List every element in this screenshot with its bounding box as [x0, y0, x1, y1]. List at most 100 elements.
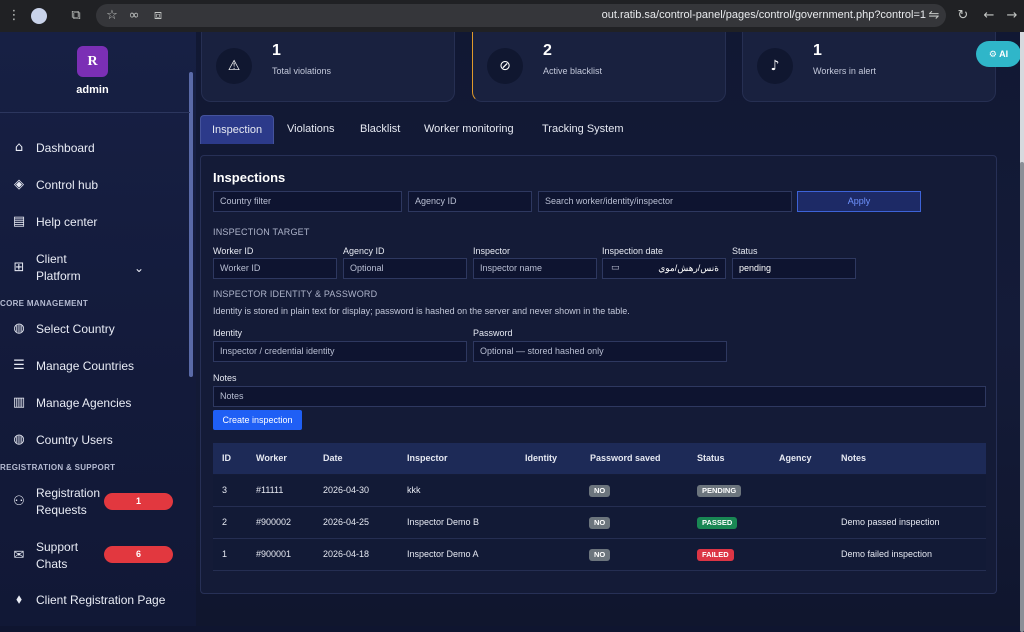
sidebar-item-help-center[interactable]: ▤ Help center [12, 215, 98, 230]
status-label: Status [732, 246, 758, 256]
sidebar-item-client-platform[interactable]: ⊞ Client Platform ⌄ [12, 251, 152, 285]
cell-inspector: Inspector Demo A [407, 549, 479, 559]
col-header-identity: Identity [525, 453, 558, 463]
sidebar-item-label: Support Chats [36, 540, 79, 571]
cell-id: 1 [222, 549, 228, 559]
cell-worker: #900002 [256, 517, 292, 527]
avatar[interactable]: R [77, 46, 108, 77]
col-header-id: ID [222, 453, 231, 463]
tab-tracking-system[interactable]: Tracking System [542, 115, 624, 144]
ai-label: AI [999, 49, 1009, 59]
cell-id: 2 [222, 517, 228, 527]
site-settings-icon[interactable]: ⇋ [926, 8, 942, 24]
screenshot-icon[interactable]: ⧈ [150, 8, 166, 24]
sidebar-item-dashboard[interactable]: ⌂ Dashboard [12, 140, 95, 156]
bookmark-star-icon[interactable]: ☆ [104, 8, 120, 24]
section-heading-target: INSPECTION TARGET [213, 227, 310, 237]
inspections-panel: Inspections Country filter Agency ID Sea… [200, 155, 997, 594]
sidebar-item-label: Client Platform [36, 252, 81, 283]
layers-icon: ◈ [14, 177, 24, 192]
status-badge: FAILED [697, 549, 734, 561]
table-row[interactable]: 1 #900001 2026-04-18 Inspector Demo A NO… [213, 539, 986, 571]
sidebar-scrollbar[interactable] [189, 72, 193, 377]
tab-violations[interactable]: Violations [287, 115, 335, 144]
cell-worker: #11111 [256, 485, 284, 495]
globe-icon: ◍ [13, 321, 25, 336]
table-header: ID Worker Date Inspector Identity Passwo… [213, 443, 986, 474]
inspector-name-input[interactable]: Inspector name [473, 258, 597, 279]
sidebar-item-support-chats[interactable]: ✉ Support Chats [12, 539, 78, 573]
page-scrollbar[interactable] [1020, 32, 1024, 632]
stat-card-blacklist: ⊘ 2 Active blacklist [472, 32, 726, 102]
date-value: ةنس/رهش/موي [658, 263, 719, 273]
reload-icon[interactable]: ↻ [955, 8, 971, 24]
forward-icon[interactable]: → [1004, 8, 1020, 24]
section-core-management: CORE MANAGEMENT [0, 299, 89, 308]
stat-label: Active blacklist [543, 66, 603, 76]
sidebar: R admin ⌂ Dashboard ◈ Control hub ▤ Help… [0, 32, 196, 626]
tab-inspection[interactable]: Inspection [200, 115, 275, 144]
apply-button[interactable]: Apply [797, 191, 921, 212]
chevron-down-icon[interactable]: ⌄ [134, 261, 144, 275]
cell-inspector: Inspector Demo B [407, 517, 480, 527]
inspection-date-input[interactable]: ▭ ةنس/رهش/موي [602, 258, 726, 279]
warning-icon: ⚠ [216, 48, 252, 84]
main-content: ⚠ 1 Total violations ⊘ 2 Active blacklis… [196, 32, 1024, 626]
sidebar-item-registration-requests[interactable]: ⚇ Registration Requests [12, 485, 100, 519]
extensions-icon[interactable]: ⧉ [68, 8, 84, 24]
sidebar-item-label: Select Country [36, 322, 115, 336]
reading-mode-icon[interactable]: ∞ [126, 8, 142, 24]
inspection-date-label: Inspection date [602, 246, 664, 256]
cell-notes: Demo passed inspection [841, 517, 940, 527]
identity-input[interactable]: Inspector / credential identity [213, 341, 467, 362]
table-row[interactable]: 2 #900002 2026-04-25 Inspector Demo B NO… [213, 507, 986, 539]
sidebar-item-manage-agencies[interactable]: ▥ Manage Agencies [12, 396, 132, 411]
worker-id-label: Worker ID [213, 246, 254, 256]
worker-id-input[interactable]: Worker ID [213, 258, 337, 279]
sidebar-item-manage-countries[interactable]: ☰ Manage Countries [12, 358, 134, 374]
status-badge: PASSED [697, 517, 738, 529]
status-select[interactable]: pending [732, 258, 856, 279]
country-filter-input[interactable]: Country filter [213, 191, 402, 212]
stat-value: 2 [543, 42, 552, 59]
agency-id-filter-input[interactable]: Agency ID [408, 191, 532, 212]
ai-assistant-button[interactable]: ⚙ AI [976, 41, 1021, 67]
password-saved-badge: NO [589, 549, 611, 561]
tab-blacklist[interactable]: Blacklist [360, 115, 400, 144]
notes-input[interactable]: Notes [213, 386, 986, 407]
menu-dots-icon[interactable]: ⋮ [6, 8, 22, 24]
table-row[interactable]: 3 #11111 2026-04-30 kkk NO PENDING [213, 475, 986, 507]
page-scrollbar-thumb[interactable] [1020, 162, 1024, 632]
cell-worker: #900001 [256, 549, 292, 559]
search-input[interactable]: Search worker/identity/inspector [538, 191, 792, 212]
password-saved-badge: NO [589, 485, 611, 497]
url-text[interactable]: out.ratib.sa/control-panel/pages/control… [602, 9, 926, 21]
password-saved-badge: NO [589, 517, 611, 529]
cell-notes: Demo failed inspection [841, 549, 933, 559]
ban-icon: ⊘ [487, 48, 523, 84]
password-input[interactable]: Optional — stored hashed only [473, 341, 727, 362]
password-label: Password [473, 328, 513, 338]
user-plus-icon: ⚇ [13, 494, 25, 509]
cell-inspector: kkk [407, 485, 421, 495]
notes-label: Notes [213, 373, 237, 383]
home-icon: ⌂ [14, 140, 24, 155]
back-icon[interactable]: ← [981, 8, 997, 24]
sidebar-item-control-hub[interactable]: ◈ Control hub [12, 177, 98, 193]
sidebar-item-country-users[interactable]: ◍ Country Users [12, 433, 113, 448]
agency-id-input[interactable]: Optional [343, 258, 467, 279]
sidebar-item-label: Dashboard [36, 141, 95, 155]
sidebar-item-client-registration-page[interactable]: ⬧ Client Registration Page [12, 593, 165, 608]
calendar-icon[interactable]: ▭ [611, 259, 620, 278]
tab-worker-monitoring[interactable]: Worker monitoring [424, 115, 514, 144]
sidebar-item-select-country[interactable]: ◍ Select Country [12, 321, 115, 337]
list-icon: ☰ [13, 358, 25, 373]
col-header-notes: Notes [841, 453, 867, 463]
create-inspection-button[interactable]: Create inspection [213, 410, 302, 430]
col-header-date: Date [323, 453, 343, 463]
cell-date: 2026-04-18 [323, 549, 370, 559]
site-favicon-icon [31, 8, 47, 24]
cell-date: 2026-04-25 [323, 517, 370, 527]
stat-label: Workers in alert [813, 66, 876, 76]
sidebar-item-label: Country Users [36, 433, 113, 447]
